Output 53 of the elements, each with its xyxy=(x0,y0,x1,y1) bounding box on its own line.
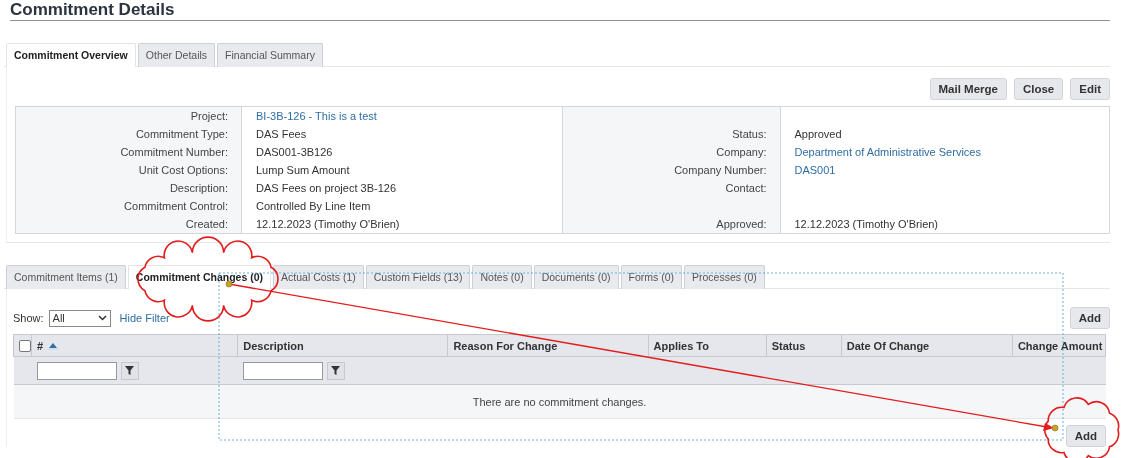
field-value: 12.12.2023 (Timothy O'Brien) xyxy=(256,218,400,230)
field-label: Created: xyxy=(185,218,228,230)
tab[interactable]: Other Details xyxy=(137,43,216,67)
tab[interactable]: Forms (0) xyxy=(620,265,682,289)
field-label: Approved: xyxy=(716,218,767,230)
filter-field[interactable] xyxy=(36,361,117,380)
tab[interactable]: Actual Costs (1) xyxy=(273,265,364,289)
tab[interactable]: Financial Summary xyxy=(217,43,323,67)
field-value: DAS Fees on project 3B-126 xyxy=(256,182,397,194)
field-value: 12.12.2023 (Timothy O'Brien) xyxy=(794,218,939,230)
tab[interactable]: Documents (0) xyxy=(533,265,619,289)
field-value: Lump Sum Amount xyxy=(256,164,350,176)
field-label: Commitment Type: xyxy=(135,128,228,140)
filter-button[interactable] xyxy=(120,361,139,380)
tab[interactable]: Commitment Overview xyxy=(6,43,136,67)
show-dropdown[interactable]: All xyxy=(48,309,111,327)
filter-field[interactable] xyxy=(242,361,323,380)
chevron-down-icon xyxy=(97,315,107,321)
field-value: Controlled By Line Item xyxy=(256,200,371,212)
hide-filter-link[interactable]: Hide Filter xyxy=(119,312,170,324)
field-label: Company: xyxy=(716,146,767,158)
field-label: Commitment Number: xyxy=(120,146,228,158)
show-label: Show: xyxy=(13,312,44,324)
tab[interactable]: Commitment Items (1) xyxy=(6,265,126,289)
field-value: DAS001-3B126 xyxy=(256,146,333,158)
field-label: Commitment Control: xyxy=(124,200,228,212)
field-label: Company Number: xyxy=(674,164,767,176)
empty-message: There are no commitment changes. xyxy=(472,395,647,408)
tab[interactable]: Custom Fields (13) xyxy=(365,265,471,289)
filter-button[interactable] xyxy=(326,361,345,380)
field-link[interactable]: DAS001 xyxy=(794,164,836,176)
action-button[interactable]: Close xyxy=(1013,78,1064,100)
column-header[interactable]: Description xyxy=(243,339,304,352)
field-label: Project: xyxy=(190,110,228,122)
field-label: Unit Cost Options: xyxy=(138,164,228,176)
page-title: Commitment Details xyxy=(9,0,176,20)
action-button[interactable]: Mail Merge xyxy=(929,78,1007,100)
field-value: DAS Fees xyxy=(256,128,307,140)
filter-icon xyxy=(331,366,341,375)
select-all-checkbox[interactable] xyxy=(19,340,31,353)
filter-icon xyxy=(125,366,134,375)
tab[interactable]: Processes (0) xyxy=(684,265,765,289)
column-header[interactable]: # xyxy=(37,339,44,352)
action-button[interactable]: Edit xyxy=(1070,78,1110,100)
field-label: Status: xyxy=(732,128,767,140)
field-link[interactable]: Department of Administrative Services xyxy=(794,146,981,158)
tab[interactable]: Notes (0) xyxy=(472,265,532,289)
field-label: Description: xyxy=(169,182,228,194)
field-link[interactable]: BI-3B-126 - This is a test xyxy=(256,110,377,122)
add-button[interactable]: Add xyxy=(1065,425,1106,447)
field-value: Approved xyxy=(794,128,842,140)
field-label: Contact: xyxy=(725,182,767,194)
add-button[interactable]: Add xyxy=(1069,307,1110,329)
